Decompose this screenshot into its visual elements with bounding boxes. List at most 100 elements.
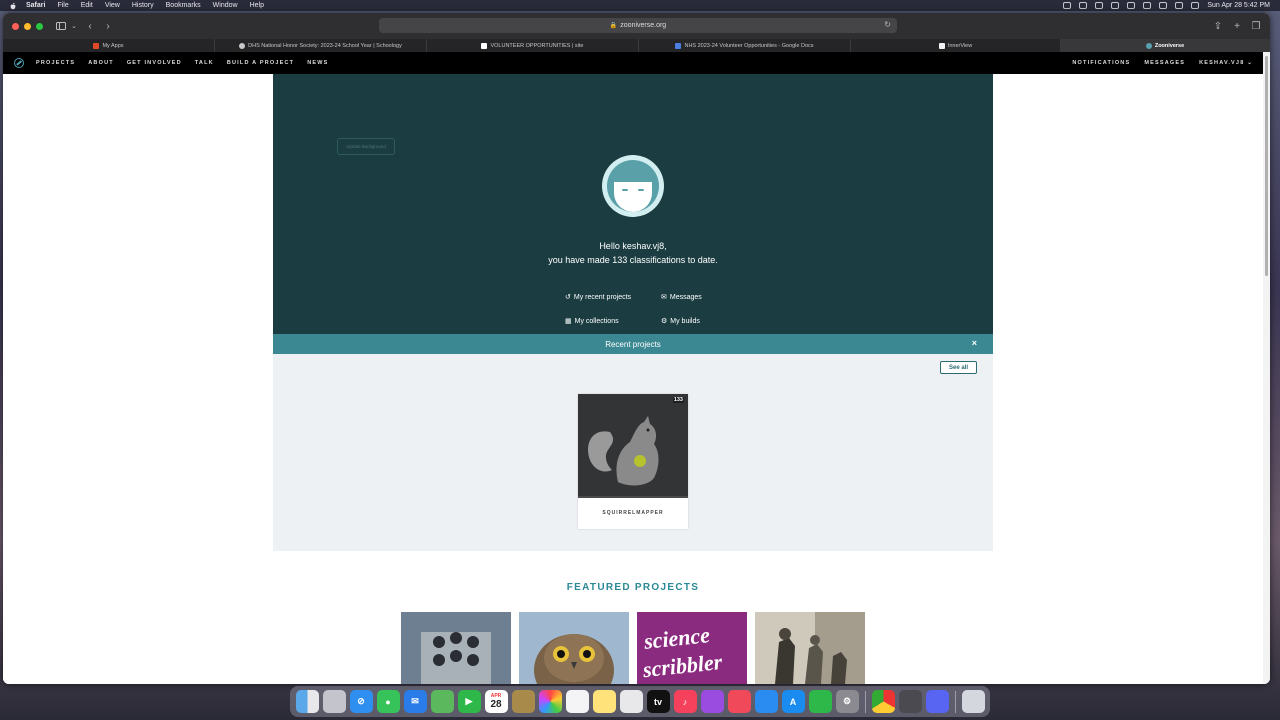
battery-icon[interactable] xyxy=(1127,2,1136,9)
nav-talk[interactable]: TALK xyxy=(195,60,214,66)
scrollbar-thumb[interactable] xyxy=(1265,56,1268,276)
nav-projects[interactable]: PROJECTS xyxy=(36,60,75,66)
nav-get-involved[interactable]: GET INVOLVED xyxy=(127,60,182,66)
my-collections-link[interactable]: ▦ My collections xyxy=(565,317,619,326)
freeform-icon[interactable] xyxy=(619,690,643,713)
search-icon[interactable] xyxy=(1159,2,1168,9)
macos-menubar: Safari File Edit View History Bookmarks … xyxy=(0,0,1280,11)
my-builds-link[interactable]: ⚙ My builds xyxy=(661,317,700,326)
chrome-icon[interactable] xyxy=(871,690,895,713)
menu-view[interactable]: View xyxy=(105,2,120,9)
calendar-icon[interactable]: APR 28 xyxy=(484,690,508,713)
tab-innerview[interactable]: InnerView xyxy=(851,39,1061,52)
messages-link[interactable]: ✉ Messages xyxy=(661,293,702,302)
reminders-icon[interactable] xyxy=(565,690,589,713)
bluetooth-icon[interactable] xyxy=(1111,2,1120,9)
maps-icon[interactable] xyxy=(430,690,454,713)
browser-toolbar: ⌄ ‹ › 🔒 zooniverse.org ↻ ⇪ + ❐ xyxy=(3,13,1270,39)
user-menu-button[interactable]: KESHAV.VJ8 ⌄ xyxy=(1199,60,1253,66)
podcasts-icon[interactable] xyxy=(700,690,724,713)
tab-volunteer[interactable]: VOLUNTEER OPPORTUNITIES | site xyxy=(427,39,639,52)
share-icon[interactable]: ⇪ xyxy=(1210,18,1226,34)
siri-icon[interactable] xyxy=(1191,2,1200,9)
featured-project-engraving[interactable] xyxy=(755,612,865,684)
notes-icon[interactable] xyxy=(592,690,616,713)
keynote-icon[interactable] xyxy=(754,690,778,713)
menu-edit[interactable]: Edit xyxy=(81,2,93,9)
username: KESHAV.VJ8 xyxy=(1199,60,1245,66)
close-window-button[interactable] xyxy=(12,22,19,30)
calculator-icon[interactable] xyxy=(898,690,922,713)
launchpad-icon[interactable] xyxy=(322,690,346,713)
numbers-icon[interactable] xyxy=(808,690,832,713)
trash-icon[interactable] xyxy=(961,690,985,713)
tab-google-docs[interactable]: NHS 2023-24 Volunteer Opportunities - Go… xyxy=(639,39,851,52)
zooniverse-logo-icon[interactable] xyxy=(14,58,24,68)
chevron-down-icon[interactable]: ⌄ xyxy=(66,18,82,34)
facetime-icon[interactable]: ▶ xyxy=(457,690,481,713)
shield-icon[interactable] xyxy=(1063,2,1072,9)
featured-project-science-scribbler[interactable]: science scribbler xyxy=(637,612,747,684)
finder-icon[interactable] xyxy=(295,690,319,713)
tab-label: NHS 2023-24 Volunteer Opportunities - Go… xyxy=(684,42,814,49)
update-background-button[interactable]: Update Background xyxy=(337,138,395,155)
tab-label: My Apps xyxy=(102,42,124,49)
tab-overview-icon[interactable]: ❐ xyxy=(1248,18,1264,34)
nav-build-a-project[interactable]: BUILD A PROJECT xyxy=(227,60,294,66)
app-store-icon[interactable]: A xyxy=(781,690,805,713)
address-bar[interactable]: 🔒 zooniverse.org ↻ xyxy=(379,18,897,33)
calendar-day: 28 xyxy=(490,699,502,710)
featured-project-owl[interactable] xyxy=(519,612,629,684)
dock-separator xyxy=(864,690,866,713)
safari-icon[interactable]: ⊘ xyxy=(349,690,373,713)
wifi-icon[interactable] xyxy=(1143,2,1152,9)
minimize-window-button[interactable] xyxy=(24,22,31,30)
page-scrollbar[interactable] xyxy=(1263,52,1270,684)
discord-icon[interactable] xyxy=(925,690,949,713)
reload-icon[interactable]: ↻ xyxy=(884,20,891,29)
project-card-squirrelmapper[interactable]: 133 SQUIRRELMAPPER xyxy=(578,394,688,529)
nav-news[interactable]: NEWS xyxy=(307,60,328,66)
mail-icon[interactable]: ✉ xyxy=(403,690,427,713)
nav-about[interactable]: ABOUT xyxy=(88,60,114,66)
apple-tv-icon[interactable]: tv xyxy=(646,690,670,713)
nav-notifications[interactable]: NOTIFICATIONS xyxy=(1072,60,1130,66)
control-center-icon[interactable] xyxy=(1175,2,1184,9)
featured-project-telescope[interactable] xyxy=(401,612,511,684)
photos-icon[interactable] xyxy=(538,690,562,713)
my-recent-projects-link[interactable]: ↺ My recent projects xyxy=(565,293,631,302)
menu-safari[interactable]: Safari xyxy=(26,2,45,9)
menu-bookmarks[interactable]: Bookmarks xyxy=(166,2,201,9)
squirrel-icon xyxy=(588,416,659,486)
nav-messages[interactable]: MESSAGES xyxy=(1144,60,1185,66)
cloud-icon[interactable] xyxy=(1079,2,1088,9)
see-all-button[interactable]: See all xyxy=(940,361,977,374)
tab-zooniverse[interactable]: Zooniverse xyxy=(1061,39,1270,52)
system-settings-icon[interactable]: ⚙ xyxy=(835,690,859,713)
microsoft-icon xyxy=(93,42,100,49)
new-tab-button[interactable]: + xyxy=(1229,18,1245,34)
music-icon[interactable]: ♪ xyxy=(673,690,697,713)
contacts-icon[interactable] xyxy=(511,690,535,713)
menu-window[interactable]: Window xyxy=(213,2,238,9)
lock-icon: 🔒 xyxy=(609,23,618,29)
greeting: Hello keshav.vj8, you have made 133 clas… xyxy=(273,239,993,267)
site-icon xyxy=(481,42,488,49)
menubar-clock[interactable]: Sun Apr 28 5:42 PM xyxy=(1207,2,1270,9)
menu-history[interactable]: History xyxy=(132,2,154,9)
menu-help[interactable]: Help xyxy=(250,2,264,9)
menu-file[interactable]: File xyxy=(57,2,68,9)
tab-schoology[interactable]: DHS National Honor Society: 2023-24 Scho… xyxy=(215,39,427,52)
close-icon[interactable]: × xyxy=(972,338,977,348)
zoom-window-button[interactable] xyxy=(36,22,43,30)
history-icon: ↺ xyxy=(565,294,571,301)
forward-button[interactable]: › xyxy=(100,18,116,34)
telescope-image xyxy=(401,612,511,684)
back-button[interactable]: ‹ xyxy=(82,18,98,34)
moon-icon[interactable] xyxy=(1095,2,1104,9)
tab-my-apps[interactable]: My Apps xyxy=(3,39,215,52)
tab-label: VOLUNTEER OPPORTUNITIES | site xyxy=(490,42,584,49)
apple-icon[interactable] xyxy=(9,2,17,10)
messages-icon[interactable]: ● xyxy=(376,690,400,713)
news-icon[interactable] xyxy=(727,690,751,713)
